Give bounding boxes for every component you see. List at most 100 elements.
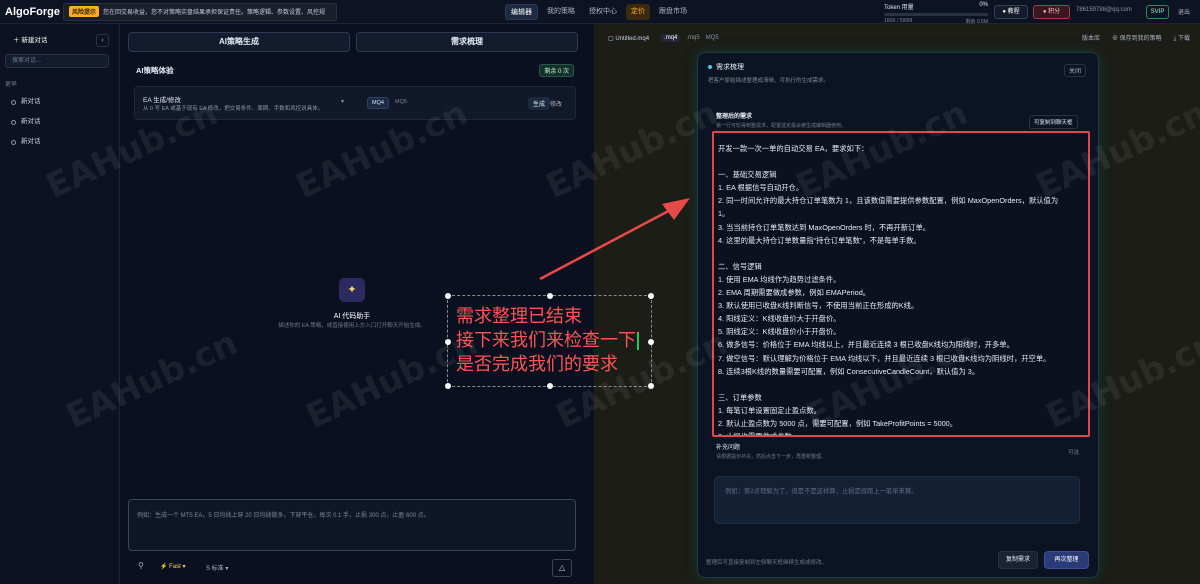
save-strategy-label: 保存到我的策略	[1119, 36, 1162, 42]
requirements-label: 整理后的需求	[716, 114, 753, 120]
sidebar: ＋ 新建对话 ‹ 搜索对话... 更早 新对话 新对话 新对话	[0, 24, 120, 584]
requirement-line: 一、基础交易逻辑	[718, 170, 777, 180]
panel-tabs: AI策略生成 需求梳理	[128, 32, 578, 54]
requirement-line: 1. 每笔订单设置固定止盈点数。	[718, 405, 821, 415]
save-strategy-button[interactable]: ⊕ 保存到我的策略	[1112, 33, 1162, 43]
text-caret	[637, 332, 639, 350]
sidebar-chat-item[interactable]: 新对话	[5, 94, 110, 110]
quota-row: AI策略体验 剩余 0 次	[136, 63, 574, 77]
modal-title-text: 需求梳理	[716, 64, 744, 71]
resize-handle[interactable]	[648, 339, 654, 345]
risk-badge: 风险提示	[69, 6, 100, 17]
risk-text: 您在回交易收益，您不对策略实盘结果承担保证责任。策略逻辑、参数设置、风控规	[103, 10, 326, 16]
status-dot-icon	[708, 65, 712, 69]
token-percent: 0%	[979, 2, 988, 8]
modal-footer-hint: 整理后可直接复制到左侧聊天框继续生成或修改。	[706, 560, 828, 566]
ea-mode-title: EA 生成/修改	[143, 97, 181, 104]
annotation-textbox[interactable]: 需求整理已结束 接下来我们来检查一下 是否完成我们的要求	[445, 293, 654, 389]
chat-icon	[11, 139, 16, 145]
requirement-line: 8. 连续3根K线的数量需要可配置，例如 ConsecutiveCandleCo…	[718, 366, 980, 376]
model-fast-select[interactable]: ⚡ Fast ▾	[160, 563, 186, 570]
requirement-line	[718, 247, 1085, 260]
logout-button[interactable]: 退出	[1178, 7, 1190, 16]
sidebar-section-label: 更早	[5, 82, 18, 88]
user-email: 786159788@qq.com	[1076, 7, 1132, 13]
modify-mode-button[interactable]: 修改	[550, 99, 562, 108]
requirement-line: 二、信号逻辑	[718, 261, 762, 271]
requirement-line	[718, 155, 1085, 168]
modal-subtitle: 把客户原始描述整理成清晰、可执行的生成需求。	[708, 78, 830, 84]
tab-requirements[interactable]: 需求梳理	[356, 32, 578, 52]
mode-standard-select[interactable]: S 标准 ▾	[206, 563, 228, 572]
chip-mq4[interactable]: MQ4	[367, 97, 389, 109]
reorganize-button[interactable]: 再次整理	[1044, 551, 1089, 569]
resize-handle[interactable]	[445, 339, 451, 345]
chip-mq5[interactable]: MQ5	[391, 97, 411, 107]
requirement-line: 4. 这里的最大持仓订单数量指“持仓订单笔数”，不是每单手数。	[718, 235, 921, 245]
nav-editor[interactable]: 编辑器	[505, 4, 538, 20]
attachment-icon[interactable]: ⚲	[138, 561, 144, 570]
requirement-line: 开发一款一次一单的自动交易 EA，要求如下：	[718, 144, 869, 153]
sidebar-chat-item[interactable]: 新对话	[5, 134, 110, 150]
chat-search-input[interactable]: 搜索对话...	[5, 54, 109, 68]
resize-handle[interactable]	[648, 383, 654, 389]
requirement-line: 3. 止损也需要做成参数。	[718, 432, 800, 437]
ea-mode-card[interactable]: EA 生成/修改 从 0 写 EA 或基于现有 EA 修改，把交易条件、周期、手…	[134, 86, 576, 120]
dropdown-caret-icon[interactable]: ▾	[341, 98, 344, 105]
requirement-line: 4. 阳线定义：K线收盘价大于开盘价。	[718, 314, 841, 324]
ea-mode-desc: 从 0 写 EA 或基于现有 EA 修改，把交易条件、周期、手数和风控说具体。	[143, 106, 324, 112]
resize-handle[interactable]	[547, 383, 553, 389]
svip-badge: SVIP	[1146, 5, 1169, 19]
quota-badge: 剩余 0 次	[539, 63, 574, 77]
editor-actions: 版本库 ⊕ 保存到我的策略 ⤓ 下载	[1082, 33, 1190, 43]
copy-requirements-button[interactable]: 复制需求	[998, 551, 1038, 569]
ext-mq4-tab[interactable]: .mq4	[661, 34, 681, 42]
requirement-line: 7. 做空信号：默认理解为价格位于 EMA 均线以下，并且最近连续 3 根已收盘…	[718, 353, 1051, 363]
points-button[interactable]: ● 积分	[1033, 5, 1070, 19]
version-library-button[interactable]: 版本库	[1082, 33, 1100, 43]
download-button[interactable]: ⤓ 下载	[1174, 33, 1190, 43]
resize-handle[interactable]	[445, 383, 451, 389]
requirements-text[interactable]: 开发一款一次一单的自动交易 EA，要求如下： 一、基础交易逻辑 1. EA 根据信…	[712, 131, 1090, 437]
tab-ai-strategy[interactable]: AI策略生成	[128, 32, 350, 52]
send-button[interactable]: △	[552, 559, 572, 577]
generate-mode-button[interactable]: 生成	[528, 97, 551, 110]
tutorial-button[interactable]: ● 教程	[994, 5, 1028, 19]
copy-to-chat-button[interactable]: 可复制到聊天框	[1029, 115, 1078, 129]
input-toolbar: ⚲ ⚡ Fast ▾ S 标准 ▾ △	[128, 559, 576, 579]
supplement-optional: 可选	[1068, 450, 1080, 456]
annotation-line: 需求整理已结束	[456, 306, 582, 327]
supplement-hint: 请根据提示补充，然后点击下一步，再重新整理。	[716, 454, 827, 460]
requirement-line: 3. 默认使用已收盘K线判断信号，不使用当前正在形成的K线。	[718, 301, 919, 311]
chat-input[interactable]: 例如：生成一个 MT5 EA，5 日均线上穿 20 日均线做多，下穿平仓，每次 …	[128, 499, 576, 551]
resize-handle[interactable]	[445, 293, 451, 299]
token-progress-bar	[884, 13, 988, 16]
nav-license-center[interactable]: 授权中心	[584, 4, 622, 20]
sidebar-chat-item[interactable]: 新对话	[5, 114, 110, 130]
ext-mq5-tab[interactable]: .mq5	[686, 35, 699, 41]
resize-handle[interactable]	[648, 293, 654, 299]
nav-pricing[interactable]: 定价	[626, 4, 650, 20]
collapse-sidebar-button[interactable]: ‹	[96, 34, 109, 47]
main-nav: 编辑器 我的策略 授权中心 定价 跟盘市场	[505, 4, 692, 20]
tutorial-label: 教程	[1007, 9, 1020, 15]
supplement-input[interactable]: 例如：第2点理解为了，但是不是这样算，止损是按距上一笔单来算。	[714, 476, 1080, 524]
close-modal-button[interactable]: 关闭	[1064, 64, 1087, 77]
risk-banner: 风险提示 您在回交易收益，您不对策略实盘结果承担保证责任。策略逻辑、参数设置、风…	[63, 2, 337, 21]
resize-handle[interactable]	[547, 293, 553, 299]
requirement-line: 2. 默认止盈点数为 5000 点，需要可配置，例如 TakeProfitPoi…	[718, 418, 958, 428]
requirement-line: 5. 阴线定义：K线收盘价小于开盘价。	[718, 327, 841, 337]
assistant-title: AI 代码助手	[333, 313, 371, 320]
app-logo[interactable]: AlgoForge	[5, 6, 63, 18]
supplement-label: 补充问题	[716, 445, 741, 451]
token-usage: Token 用量 0% 160K / 500M 剩余 0.5M	[884, 2, 988, 25]
nav-follow-market[interactable]: 跟盘市场	[654, 4, 692, 20]
nav-my-strategies[interactable]: 我的策略	[542, 4, 580, 20]
quota-title: AI策略体验	[136, 65, 174, 75]
new-chat-button[interactable]: ＋ 新建对话	[5, 34, 93, 48]
mq5-label[interactable]: MQ5	[706, 35, 719, 41]
requirement-line	[718, 378, 1085, 391]
download-label: 下载	[1177, 36, 1190, 42]
file-tab[interactable]: ▢ Untitled.mq4	[608, 35, 649, 42]
chat-item-label: 新对话	[21, 98, 41, 105]
